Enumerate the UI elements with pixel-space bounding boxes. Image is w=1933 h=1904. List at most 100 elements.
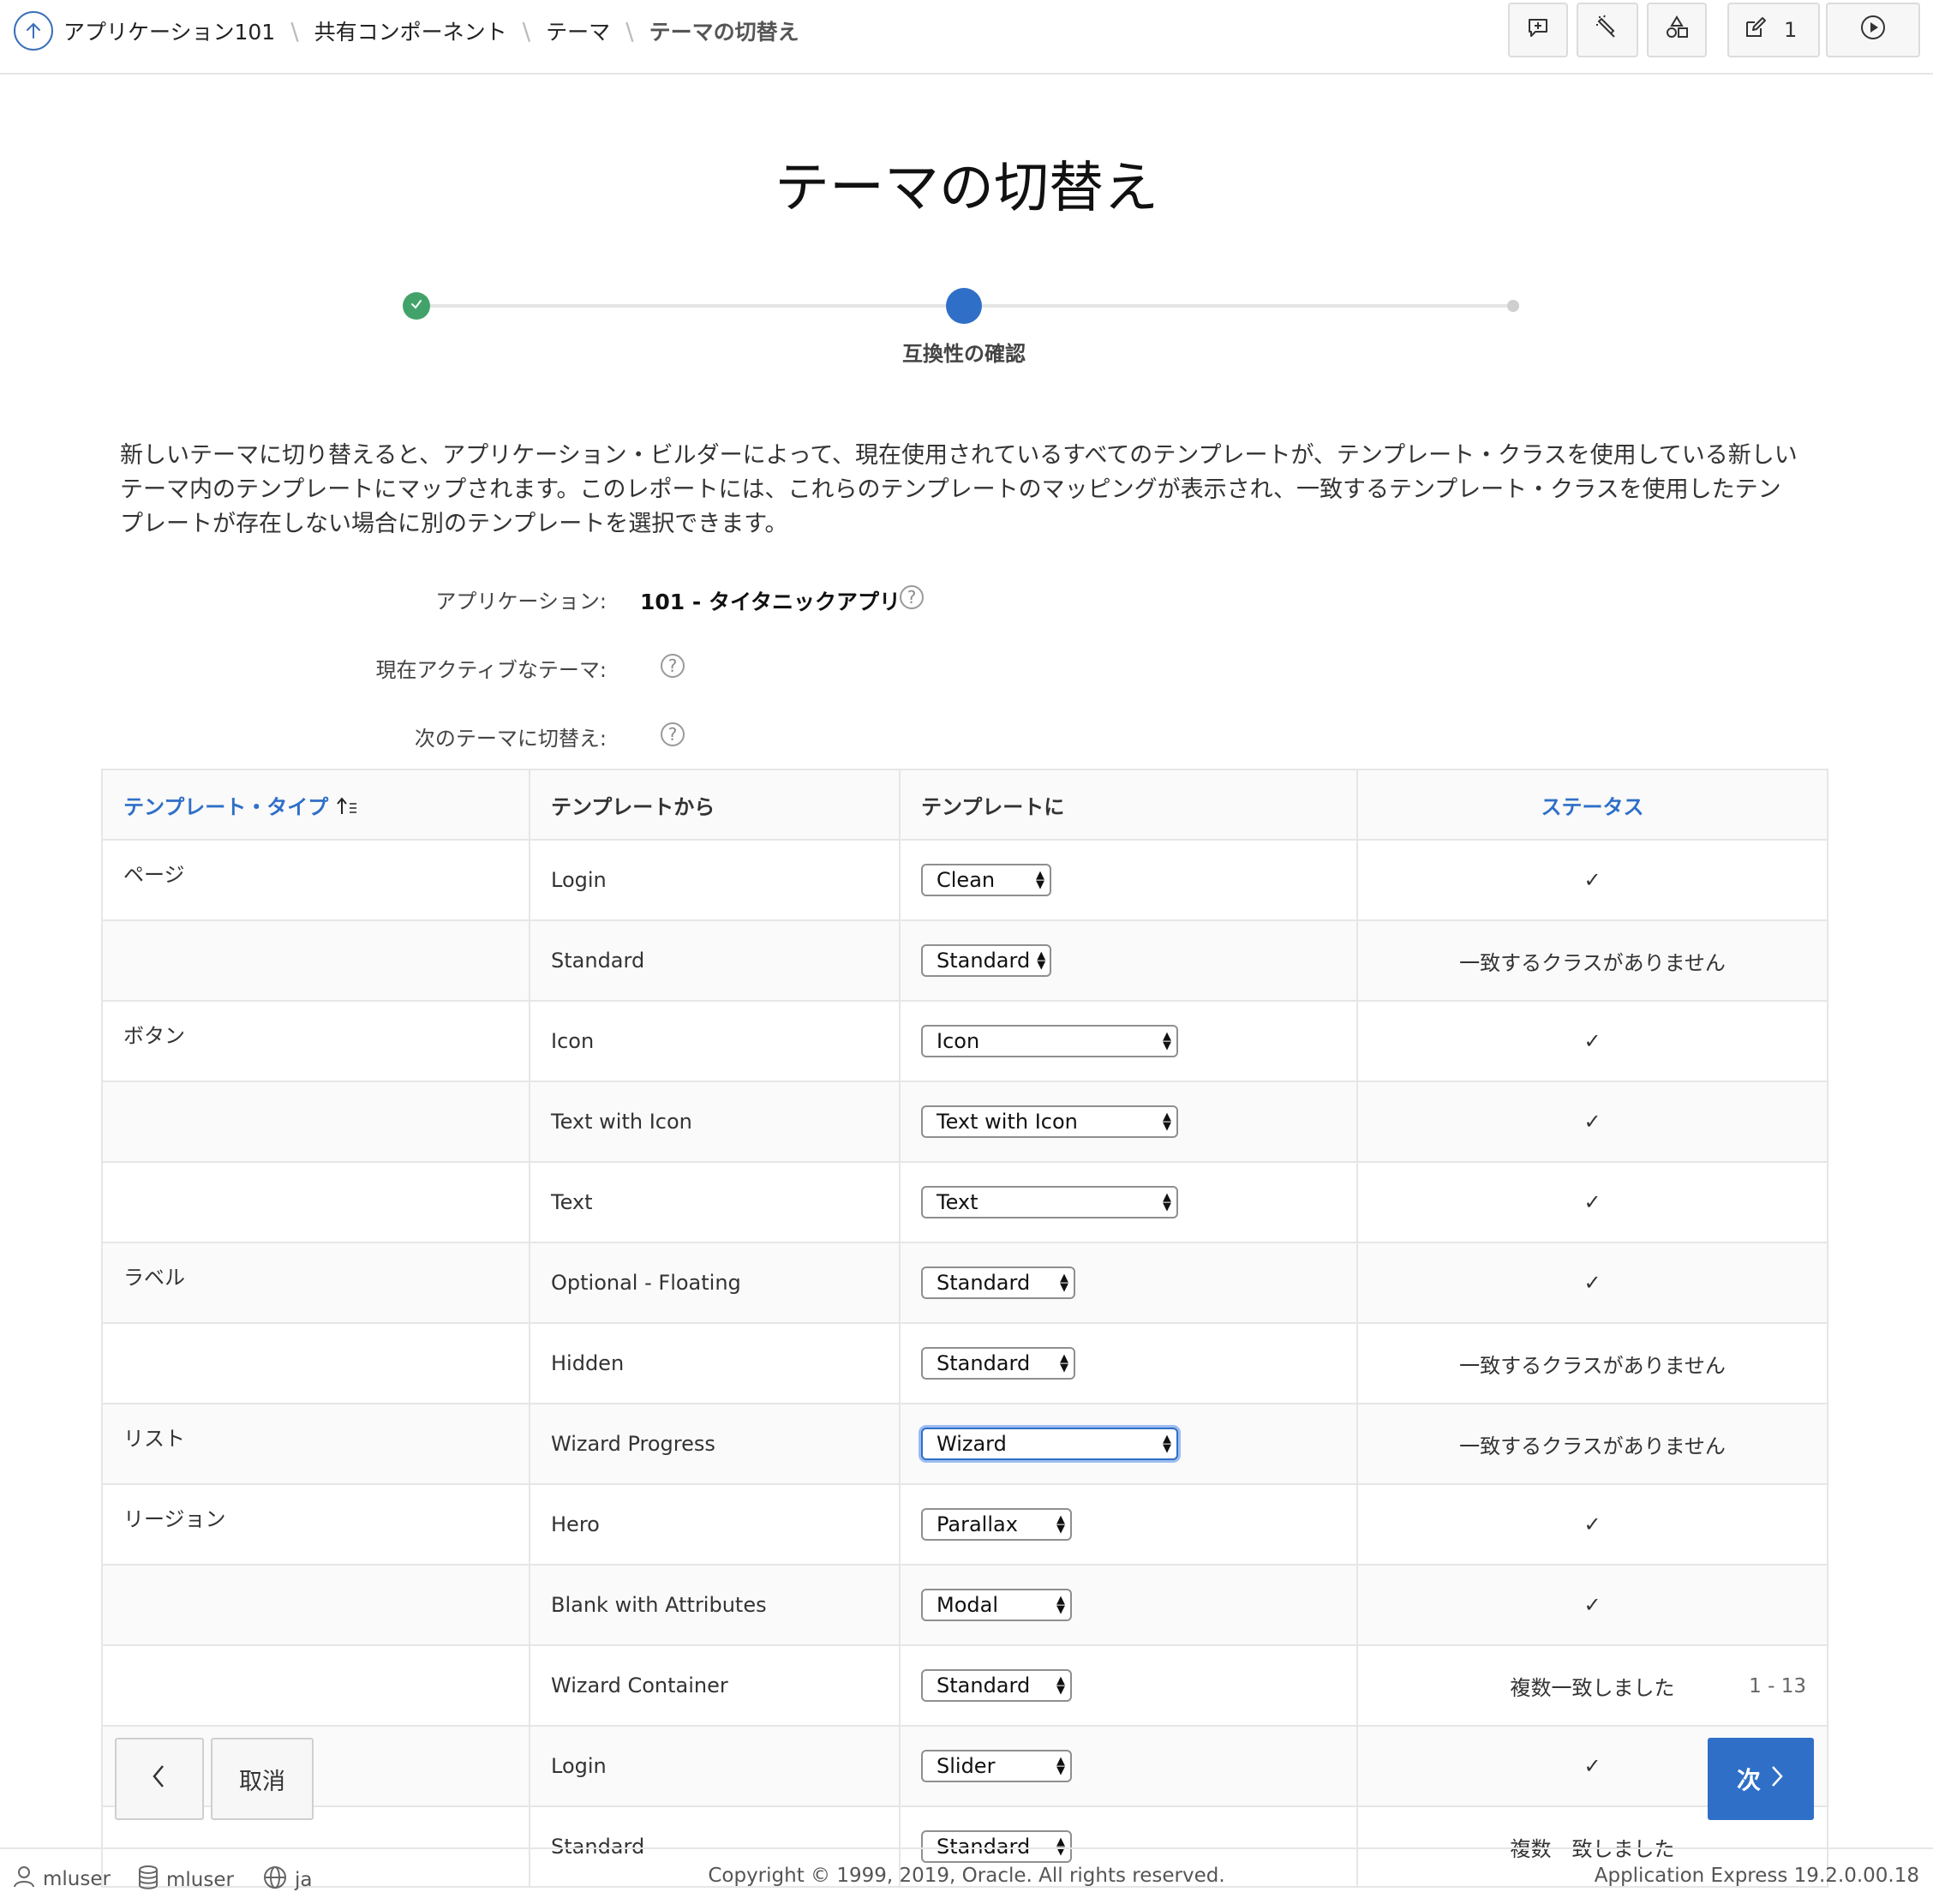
to-template-select[interactable]: Standard ▲ ▼ (921, 944, 1051, 977)
select-value: Modal (937, 1593, 998, 1617)
select-value: Icon (937, 1029, 980, 1053)
select-arrows-icon: ▲ ▼ (1036, 869, 1044, 891)
from-template-cell: Hero (530, 1484, 901, 1566)
to-template-select[interactable]: Text with Icon ▲ ▼ (921, 1105, 1178, 1138)
table-row: Hidden Standard ▲ ▼ 一致するクラスがありません (103, 1323, 1827, 1404)
footer: mluser mluser ja Copyright © 1999, 2019,… (0, 1847, 1933, 1904)
template-mapping-table: テンプレート・タイプ テンプレートから テンプレートに ステータス ページ Log… (103, 770, 1827, 1886)
select-arrows-icon: ▲ ▼ (1060, 1352, 1068, 1374)
from-template-cell: Hidden (530, 1323, 901, 1404)
column-header-status[interactable]: ステータス (1357, 770, 1827, 841)
cancel-button[interactable]: 取消 (211, 1738, 314, 1820)
page-description: 新しいテーマに切り替えると、アプリケーション・ビルダーによって、現在使用されてい… (120, 442, 1798, 537)
highlight-button[interactable] (1577, 3, 1638, 57)
template-type-cell: ページ (103, 840, 530, 921)
template-type-cell (103, 1565, 530, 1646)
to-template-cell: Standard ▲ ▼ (900, 920, 1358, 1002)
to-template-cell: Slider ▲ ▼ (900, 1726, 1358, 1807)
from-template-cell: Login (530, 840, 901, 921)
to-template-select[interactable]: Wizard ▲ ▼ (921, 1428, 1178, 1460)
table-body: ページ Login Clean ▲ ▼ ✓ Standard Standard ▲ ▼ 一致するクラ… (103, 840, 1827, 1886)
template-type-cell: リージョン (103, 1484, 530, 1566)
select-arrows-icon: ▲ ▼ (1163, 1030, 1171, 1052)
select-arrows-icon: ▲ ▼ (1163, 1111, 1171, 1133)
select-arrows-icon: ▲ ▼ (1163, 1433, 1171, 1455)
column-header-template-type[interactable]: テンプレート・タイプ (103, 770, 530, 841)
help-icon[interactable]: ? (661, 722, 685, 746)
select-value: Standard (937, 949, 1031, 973)
to-template-cell: Standard ▲ ▼ (900, 1242, 1358, 1324)
from-template-cell: Wizard Progress (530, 1404, 901, 1485)
table-header-row: テンプレート・タイプ テンプレートから テンプレートに ステータス (103, 770, 1827, 841)
template-mapping-report: テンプレート・タイプ テンプレートから テンプレートに ステータス ページ Log… (101, 769, 1828, 1888)
wizard-progress-line (430, 304, 946, 308)
wizard-step-completed (403, 292, 430, 320)
select-arrows-icon: ▲ ▼ (1056, 1594, 1065, 1616)
wizard-step-pending (1507, 300, 1519, 312)
help-icon[interactable]: ? (900, 585, 924, 609)
breadcrumb-separator: \ (625, 16, 634, 45)
breadcrumb-item-themes[interactable]: テーマ (546, 15, 610, 46)
shapes-icon (1664, 15, 1690, 45)
select-arrows-icon: ▲ ▼ (1163, 1191, 1171, 1213)
comment-add-button[interactable] (1508, 3, 1568, 57)
switch-to-theme-label: 次のテーマに切替え: (414, 727, 607, 751)
to-template-select[interactable]: Slider ▲ ▼ (921, 1750, 1072, 1782)
template-type-cell: ラベル (103, 1242, 530, 1324)
to-template-cell: Parallax ▲ ▼ (900, 1484, 1358, 1566)
to-template-select[interactable]: Parallax ▲ ▼ (921, 1508, 1072, 1541)
check-icon (409, 296, 424, 315)
template-type-cell: ボタン (103, 1001, 530, 1082)
to-template-select[interactable]: Icon ▲ ▼ (921, 1025, 1178, 1057)
from-template-cell: Text with Icon (530, 1081, 901, 1163)
version-text: Application Express 19.2.0.00.18 (1594, 1865, 1919, 1887)
table-row: ページ Login Clean ▲ ▼ ✓ (103, 840, 1827, 921)
status-cell: ✓ (1357, 1484, 1827, 1566)
help-icon[interactable]: ? (661, 654, 685, 678)
edit-page-button[interactable]: 1 (1727, 3, 1820, 57)
template-type-cell (103, 1081, 530, 1163)
to-template-select[interactable]: Standard ▲ ▼ (921, 1347, 1075, 1380)
shared-components-button[interactable] (1647, 3, 1707, 57)
next-button[interactable]: 次 (1708, 1738, 1814, 1820)
status-cell: 一致するクラスがありません (1357, 920, 1827, 1002)
template-type-cell: リスト (103, 1404, 530, 1485)
to-template-cell: Wizard ▲ ▼ (900, 1404, 1358, 1485)
template-type-cell (103, 1323, 530, 1404)
edit-icon (1743, 15, 1768, 45)
wizard-step-label: 互換性の確認 (902, 342, 1026, 366)
to-template-select[interactable]: Standard ▲ ▼ (921, 1669, 1072, 1702)
run-page-button[interactable] (1826, 3, 1920, 57)
select-value: Standard (937, 1271, 1031, 1295)
select-value: Slider (937, 1754, 996, 1778)
to-template-cell: Icon ▲ ▼ (900, 1001, 1358, 1082)
status-cell: ✓ (1357, 1565, 1827, 1646)
from-template-cell: Wizard Container (530, 1645, 901, 1727)
to-template-select[interactable]: Clean ▲ ▼ (921, 864, 1051, 896)
table-row: リージョン Hero Parallax ▲ ▼ ✓ (103, 1484, 1827, 1566)
previous-button[interactable] (115, 1738, 204, 1820)
status-cell: ✓ (1357, 840, 1827, 921)
template-type-cell (103, 1645, 530, 1727)
to-template-select[interactable]: Text ▲ ▼ (921, 1186, 1178, 1218)
table-row: Blank with Attributes Modal ▲ ▼ ✓ (103, 1565, 1827, 1646)
from-template-cell: Standard (530, 920, 901, 1002)
table-row: Text Text ▲ ▼ ✓ (103, 1162, 1827, 1243)
breadcrumb-item-shared-components[interactable]: 共有コンポーネント (314, 15, 507, 46)
select-value: Standard (937, 1351, 1031, 1375)
column-header-to-template: テンプレートに (900, 770, 1358, 841)
breadcrumb-item-application[interactable]: アプリケーション101 (63, 15, 275, 46)
navigate-up-icon[interactable] (14, 11, 53, 51)
status-cell: ✓ (1357, 1081, 1827, 1163)
select-value: Parallax (937, 1512, 1018, 1536)
to-template-select[interactable]: Modal ▲ ▼ (921, 1589, 1072, 1621)
to-template-cell: Clean ▲ ▼ (900, 840, 1358, 921)
select-arrows-icon: ▲ ▼ (1056, 1755, 1065, 1777)
status-cell: ✓ (1357, 1162, 1827, 1243)
page-title: テーマの切替え (775, 157, 1158, 220)
to-template-select[interactable]: Standard ▲ ▼ (921, 1266, 1075, 1299)
select-value: Wizard (937, 1432, 1007, 1456)
from-template-cell: Login (530, 1726, 901, 1807)
select-value: Standard (937, 1673, 1031, 1697)
to-template-cell: Text with Icon ▲ ▼ (900, 1081, 1358, 1163)
